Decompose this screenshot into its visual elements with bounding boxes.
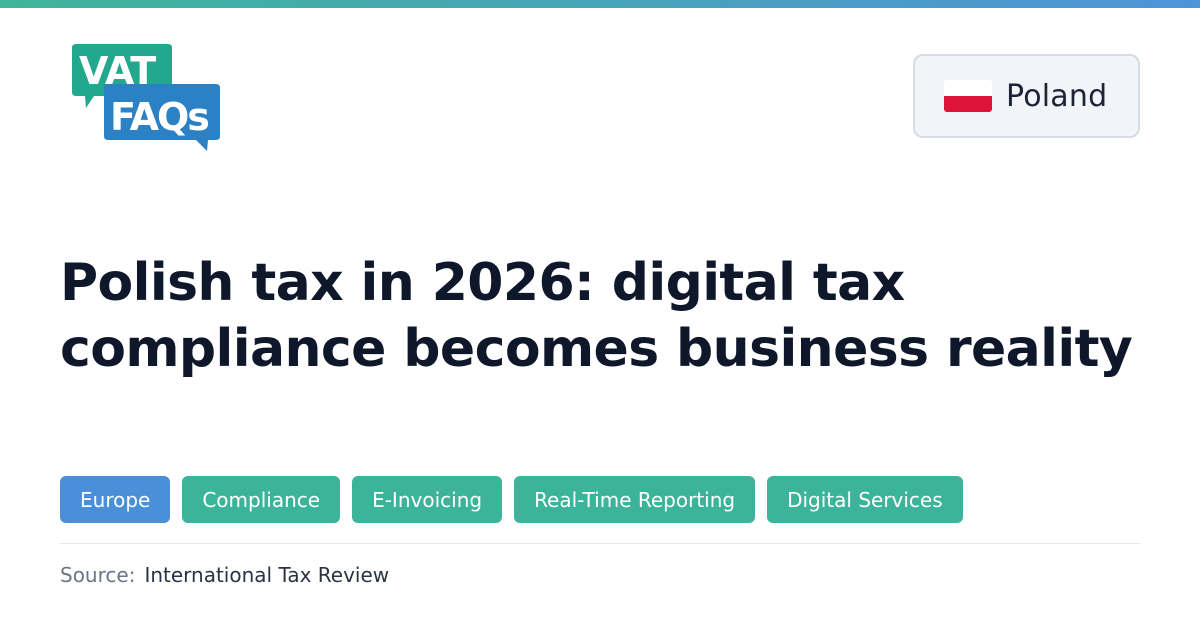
flag-white-stripe: [944, 80, 992, 96]
country-badge[interactable]: Poland: [913, 54, 1140, 138]
country-name: Poland: [1006, 78, 1108, 114]
tag-europe[interactable]: Europe: [60, 476, 171, 523]
logo-text-top: VAT: [79, 49, 156, 93]
source-value[interactable]: International Tax Review: [144, 563, 389, 587]
divider: [60, 543, 1140, 544]
tag-real-time-reporting[interactable]: Real-Time Reporting: [514, 476, 756, 523]
tag-list: Europe Compliance E-Invoicing Real-Time …: [60, 476, 963, 523]
tag-digital-services[interactable]: Digital Services: [767, 476, 963, 523]
source-line: Source: International Tax Review: [60, 563, 389, 587]
flag-red-stripe: [944, 96, 992, 112]
vatfaqs-logo[interactable]: VAT FAQs: [70, 40, 226, 154]
tag-compliance[interactable]: Compliance: [182, 476, 341, 523]
poland-flag-icon: [944, 80, 992, 112]
tag-e-invoicing[interactable]: E-Invoicing: [352, 476, 503, 523]
source-label: Source:: [60, 563, 136, 587]
top-accent-bar: [0, 0, 1200, 8]
logo-graphic: VAT FAQs: [72, 44, 220, 151]
article-headline: Polish tax in 2026: digital tax complian…: [60, 253, 1133, 379]
logo-text-bottom: FAQs: [110, 95, 208, 139]
